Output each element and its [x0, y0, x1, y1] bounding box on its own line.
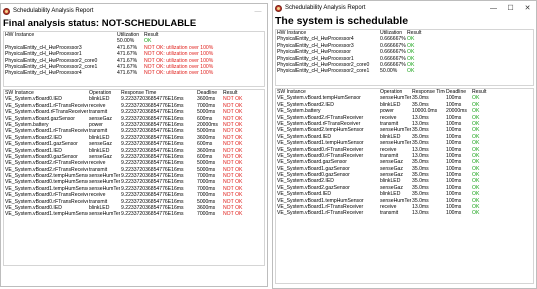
- table-cell: 50.00%: [380, 68, 398, 75]
- close-icon[interactable]: ✕: [519, 1, 536, 15]
- window-title: Schedulability Analysis Report: [13, 8, 94, 14]
- sw-instance-table[interactable]: SW Instance Operation Response Time Deadlin…: [3, 89, 265, 266]
- table-row[interactable]: VE_System.vBoard1.tempHumSensor senseHumT…: [4, 211, 264, 217]
- table-cell: 13.0ms: [412, 210, 429, 217]
- report-window-not-schedulable: Schedulability Analysis Report — Final a…: [0, 3, 268, 287]
- table-cell: VE_System.vBoard1.tempHumSensor: [5, 211, 88, 218]
- window-controls: — ☐ ✕: [485, 1, 536, 15]
- sw-table-body: SW Instance Operation Response Time Deadlin…: [276, 89, 533, 217]
- table-cell: senseHumTemp: [89, 211, 120, 218]
- window-title: Schedulability Analysis Report: [285, 5, 366, 11]
- table-cell: VE_System.vBoard1.rFTransReceiver: [277, 210, 364, 217]
- table-cell: PhysicalEntity_cH_HwProcessor4: [5, 70, 82, 77]
- table-row[interactable]: VE_System.vBoard1.rFTransReceiver transmi…: [276, 210, 533, 216]
- title-bar[interactable]: Schedulability Analysis Report —: [1, 4, 267, 18]
- analysis-status-headline: The system is schedulable: [275, 15, 409, 27]
- table-row[interactable]: PhysicalEntity_cH_HwProcessor4 471.67% NOT…: [4, 70, 264, 76]
- table-cell: OK: [407, 68, 415, 75]
- hw-table-body: HW Instance Utilization Result PhysicalEnti…: [276, 30, 533, 75]
- table-cell: NOT OK: utilization over 100%: [144, 70, 214, 77]
- table-cell: transmit: [380, 210, 399, 217]
- minimize-icon[interactable]: —: [251, 4, 265, 18]
- table-cell: 7000ms: [197, 211, 216, 218]
- sw-table-body: SW Instance Operation Response Time Deadlin…: [4, 90, 264, 218]
- app-icon: [3, 7, 10, 15]
- window-controls: —: [251, 4, 265, 18]
- maximize-icon[interactable]: ☐: [502, 1, 519, 15]
- table-cell: PhysicalEntity_cH_HwProcessor2_core1: [277, 68, 370, 75]
- hw-instance-table[interactable]: HW Instance Utilization Result 50.00% OK Phys…: [3, 31, 265, 87]
- hw-instance-table[interactable]: HW Instance Utilization Result PhysicalEnti…: [275, 29, 534, 86]
- app-icon: [275, 4, 282, 12]
- analysis-status-headline: Final analysis status: NOT-SCHEDULABLE: [3, 18, 197, 29]
- table-cell: OK: [472, 210, 480, 217]
- hw-table-body: HW Instance Utilization Result 50.00% OK Phys…: [4, 32, 264, 77]
- table-cell: NOT OK: [223, 211, 243, 218]
- table-cell: 100ms: [446, 210, 462, 217]
- table-cell: 9.223372036854776E16ms: [121, 211, 184, 218]
- table-row[interactable]: PhysicalEntity_cH_HwProcessor2_core1 50.0…: [276, 68, 533, 74]
- sw-instance-table[interactable]: SW Instance Operation Response Time Deadlin…: [275, 88, 534, 284]
- minimize-icon[interactable]: —: [485, 1, 502, 15]
- report-window-schedulable: Schedulability Analysis Report — ☐ ✕ The…: [272, 0, 537, 289]
- table-cell: 471.67%: [117, 70, 138, 77]
- title-bar[interactable]: Schedulability Analysis Report — ☐ ✕: [273, 1, 536, 15]
